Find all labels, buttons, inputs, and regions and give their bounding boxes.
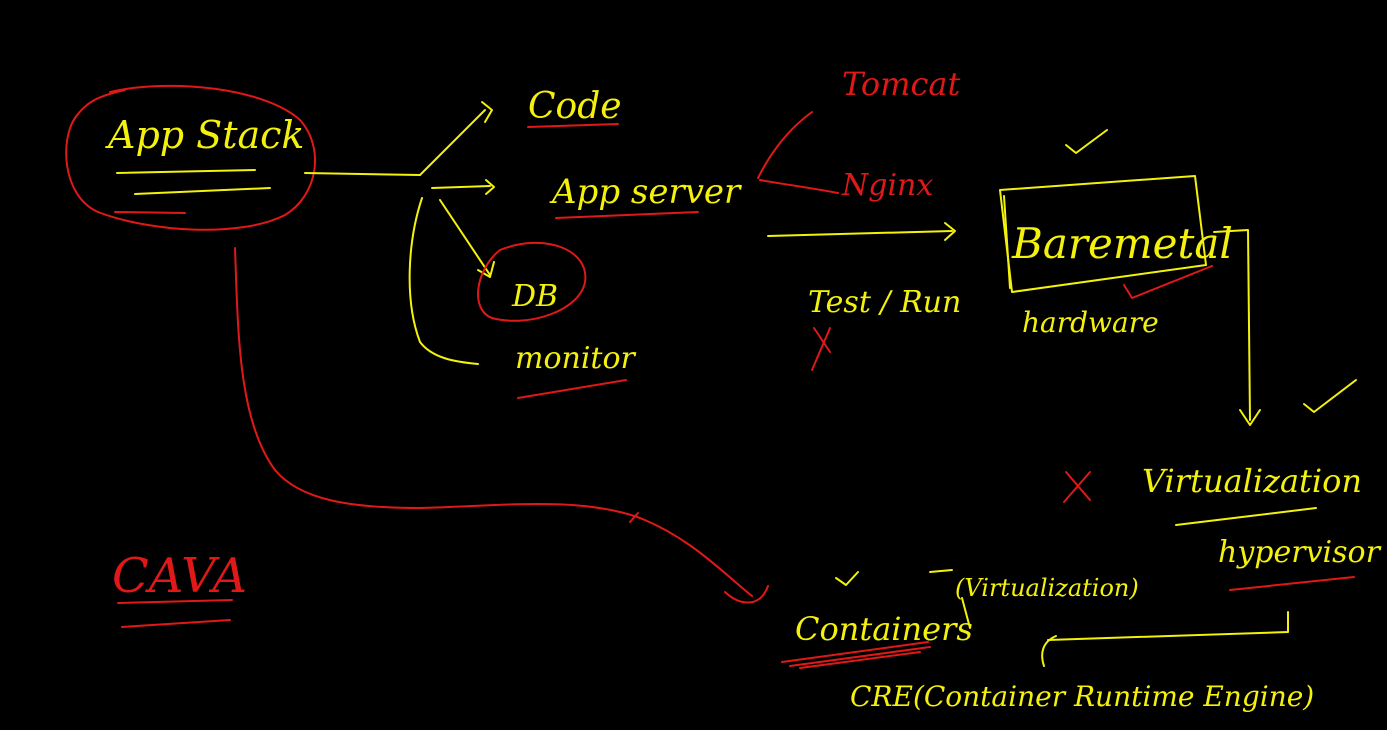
virtualization-checkmark xyxy=(1303,379,1357,413)
nginx-label: Nginx xyxy=(841,168,933,203)
app-stack-circle xyxy=(65,84,317,231)
app-stack-underline-3 xyxy=(114,211,186,214)
containers-checkmark xyxy=(835,571,859,586)
branch-db-line xyxy=(439,199,491,276)
monitor-label: monitor xyxy=(515,341,637,376)
cre-label: CRE(Container Runtime Engine) xyxy=(850,680,1314,713)
nginx-to-appserver-line xyxy=(759,179,839,194)
test-run-cross xyxy=(811,327,831,371)
containers-curve-arrow-end xyxy=(724,585,769,604)
app-stack-connector xyxy=(304,172,421,176)
branch-appserver-line xyxy=(431,185,491,189)
branch-monitor-bracket xyxy=(408,197,479,365)
hypervisor-to-cre-line xyxy=(1047,611,1289,641)
virtualization-cross xyxy=(1063,471,1091,503)
containers-underline-2 xyxy=(789,646,931,667)
hypervisor-underline xyxy=(1229,576,1355,591)
baremetal-checkmark xyxy=(1065,129,1108,154)
hardware-label: hardware xyxy=(1022,306,1159,339)
db-label: DB xyxy=(511,279,558,314)
app-stack-to-containers-curve xyxy=(234,247,753,597)
whiteboard-canvas: App Stack Code App server DB monitor Tom… xyxy=(0,0,1387,730)
app-server-label: App server xyxy=(549,172,742,212)
monitor-underline xyxy=(517,379,627,399)
cava-label: CAVA xyxy=(112,548,247,604)
app-stack-label: App Stack xyxy=(105,113,304,157)
virtualization-label: Virtualization xyxy=(1142,462,1362,500)
virtualization-underline xyxy=(1175,507,1317,526)
code-label: Code xyxy=(528,86,622,127)
app-server-underline xyxy=(555,211,699,219)
hypervisor-label: hypervisor xyxy=(1218,535,1382,570)
app-stack-underline-1 xyxy=(116,169,256,174)
test-run-label: Test / Run xyxy=(808,285,961,320)
app-stack-underline-2 xyxy=(134,187,271,195)
baremetal-box-inner xyxy=(1003,195,1011,289)
cava-underline-2 xyxy=(121,619,231,628)
containers-label: Containers xyxy=(795,610,973,648)
tomcat-label: Tomcat xyxy=(842,65,960,103)
tomcat-to-appserver-line xyxy=(757,111,813,179)
baremetal-label: Baremetal xyxy=(1011,219,1233,268)
containers-underline-3 xyxy=(799,651,921,669)
to-baremetal-line xyxy=(767,230,953,237)
containers-note-label: (Virtualization) xyxy=(955,574,1139,602)
branch-code-line xyxy=(419,109,486,176)
